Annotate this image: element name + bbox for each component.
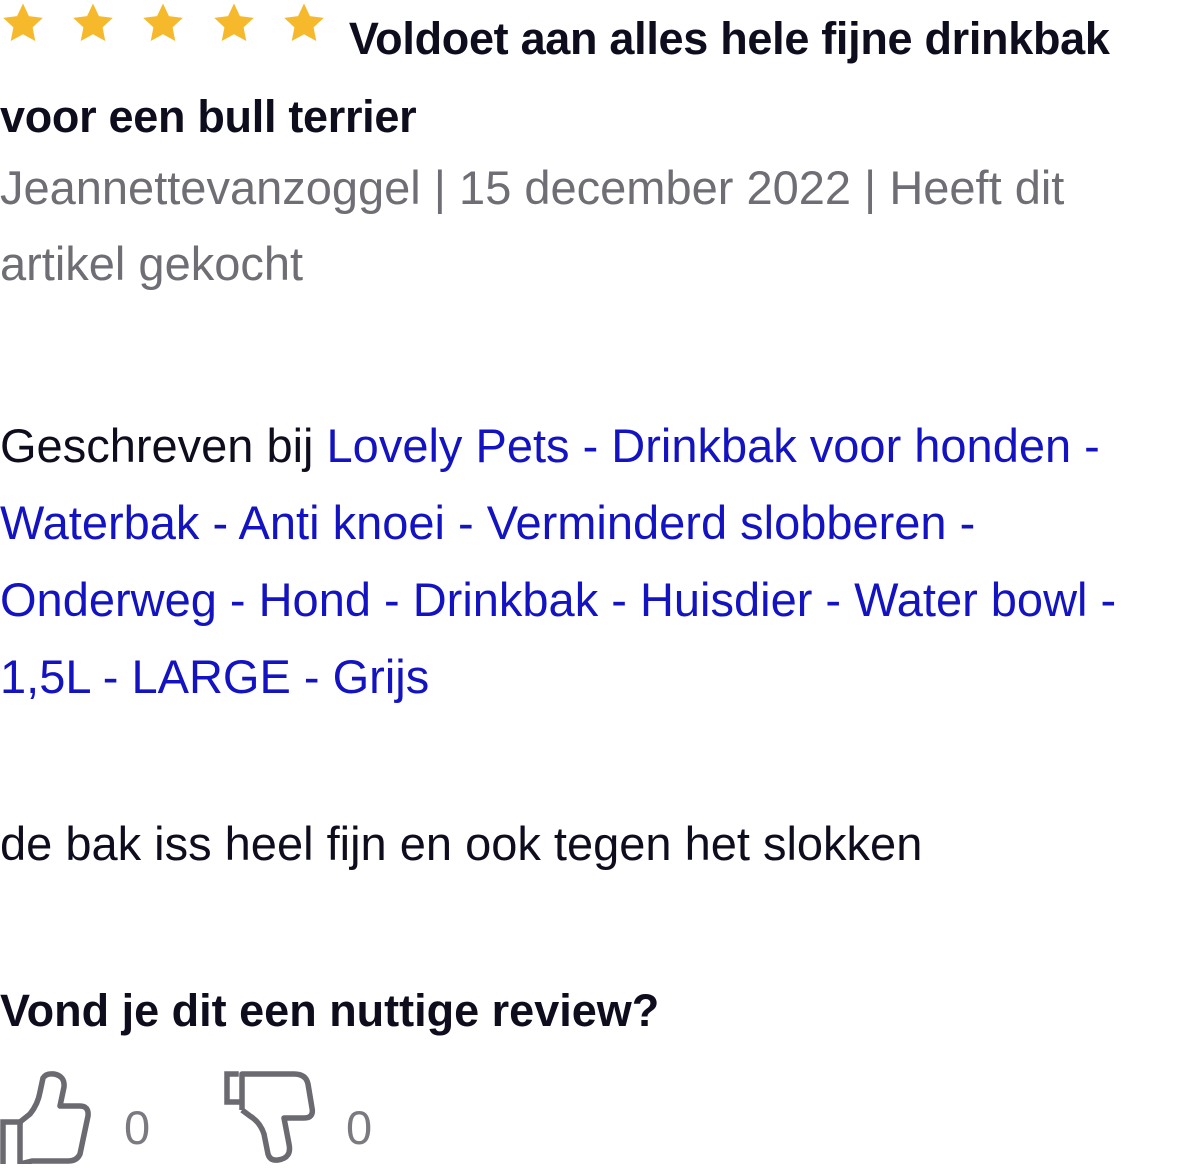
- thumbs-up-icon: [0, 1070, 92, 1169]
- star-rating: [0, 0, 339, 56]
- helpful-button[interactable]: 0: [0, 1070, 151, 1167]
- review-meta: Jeannettevanzoggel | 15 december 2022 | …: [0, 161, 1065, 290]
- written-for: Geschreven bij Lovely Pets - Drinkbak vo…: [0, 407, 1140, 715]
- star-icon: [281, 0, 327, 46]
- star-icon: [140, 0, 186, 46]
- thumbs-down-icon: [220, 1070, 316, 1169]
- not-helpful-count: 0: [346, 1101, 373, 1154]
- written-for-label: Geschreven bij: [0, 419, 327, 472]
- star-icon: [211, 0, 257, 46]
- star-icon: [70, 0, 116, 46]
- helpful-question: Vond je dit een nuttige review?: [0, 985, 660, 1036]
- star-icon: [0, 0, 46, 46]
- review-body: de bak iss heel fijn en ook tegen het sl…: [0, 817, 923, 870]
- review-title-row: Voldoet aan alles hele fijne drinkbak vo…: [0, 0, 1200, 156]
- helpful-count: 0: [124, 1101, 151, 1154]
- not-helpful-button[interactable]: 0: [220, 1070, 372, 1164]
